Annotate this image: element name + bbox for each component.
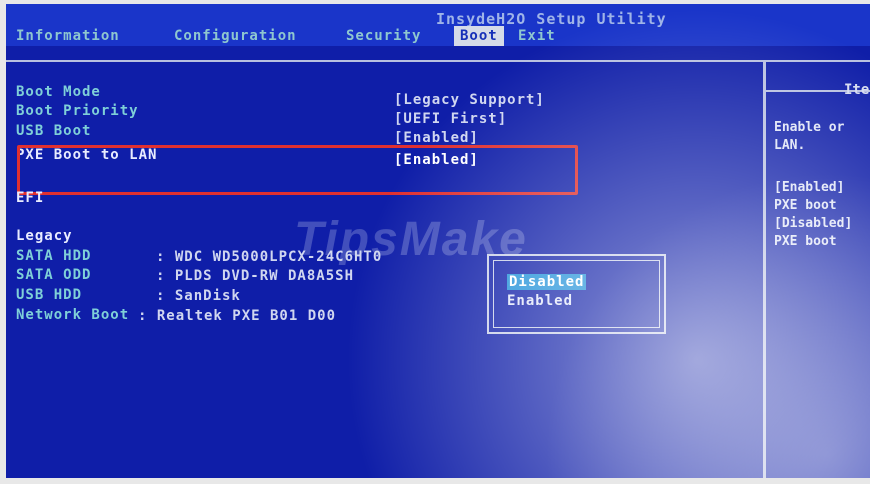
bios-screen: InsydeH2O Setup Utility Information Conf… — [6, 4, 870, 478]
network-boot-value: : Realtek PXE B01 D00 — [138, 308, 337, 324]
pane-vertical-divider — [763, 60, 766, 478]
help-line-5: [Disabled] — [774, 216, 853, 231]
boot-priority-value[interactable]: [UEFI First] — [394, 111, 507, 127]
menu-configuration[interactable]: Configuration — [174, 26, 297, 46]
menu-information[interactable]: Information — [16, 26, 120, 46]
option-disabled[interactable]: Disabled — [507, 274, 587, 290]
usb-hdd-value: : SanDisk — [156, 288, 241, 304]
help-line-3: [Enabled] — [774, 180, 845, 195]
option-enabled[interactable]: Enabled — [507, 293, 573, 309]
boot-mode-value[interactable]: [Legacy Support] — [394, 92, 545, 108]
menu-boot[interactable]: Boot — [454, 26, 504, 46]
sata-odd-label: SATA ODD — [16, 267, 92, 283]
help-line-2: LAN. — [774, 138, 806, 153]
menu-bar: Information Configuration Security Boot … — [6, 26, 870, 46]
menu-exit[interactable]: Exit — [518, 26, 556, 46]
sata-hdd-value: : WDC WD5000LPCX-24C6HT0 — [156, 249, 383, 265]
network-boot-label: Network Boot — [16, 307, 130, 323]
pane-top-divider — [6, 60, 870, 62]
title-bar: InsydeH2O Setup Utility Information Conf… — [6, 4, 870, 46]
sata-hdd-label: SATA HDD — [16, 248, 92, 264]
help-line-1: Enable or — [774, 120, 845, 135]
help-line-4: PXE boot — [774, 198, 837, 213]
help-title: Ite — [844, 82, 870, 98]
help-panel-header: Ite — [766, 62, 870, 98]
pxe-highlight-box — [17, 145, 578, 195]
boot-mode-label[interactable]: Boot Mode — [16, 84, 101, 100]
efi-heading: EFI — [16, 190, 45, 206]
sata-odd-value: : PLDS DVD-RW DA8A5SH — [156, 268, 355, 284]
usb-boot-value[interactable]: [Enabled] — [394, 130, 479, 146]
usb-hdd-label: USB HDD — [16, 287, 83, 303]
help-line-6: PXE boot — [774, 234, 837, 249]
menu-security[interactable]: Security — [346, 26, 421, 46]
boot-priority-label[interactable]: Boot Priority — [16, 103, 139, 119]
usb-boot-label[interactable]: USB Boot — [16, 123, 91, 139]
option-popup: Disabled Enabled — [487, 254, 666, 334]
legacy-heading: Legacy — [16, 228, 73, 244]
